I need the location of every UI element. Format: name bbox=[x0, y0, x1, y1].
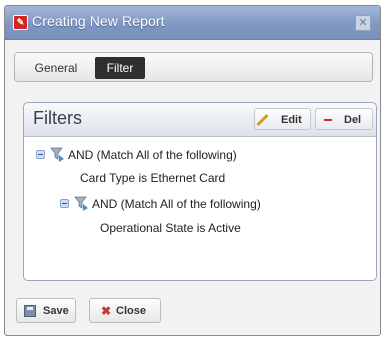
minus-icon bbox=[324, 119, 332, 121]
window-close-icon[interactable]: ✕ bbox=[355, 15, 371, 31]
filters-title: Filters bbox=[33, 108, 82, 128]
dialog-footer: Save ✖ Close bbox=[5, 293, 380, 335]
edit-label: Edit bbox=[281, 114, 302, 126]
pencil-icon bbox=[256, 113, 269, 127]
save-icon bbox=[24, 305, 36, 317]
filters-panel: Filters Edit Del AND (Match All of the f… bbox=[23, 102, 377, 281]
tree-label: AND (Match All of the following) bbox=[68, 148, 237, 162]
close-label: Close bbox=[116, 305, 146, 317]
collapse-icon[interactable] bbox=[36, 150, 45, 159]
tree-node-and-2[interactable]: AND (Match All of the following) bbox=[60, 194, 360, 214]
dialog-title: Creating New Report bbox=[32, 13, 165, 29]
close-button[interactable]: ✖ Close bbox=[89, 298, 161, 323]
tab-general[interactable]: General bbox=[25, 57, 87, 79]
filter-icon bbox=[50, 147, 64, 162]
tab-bar: General Filter bbox=[14, 52, 373, 82]
collapse-icon[interactable] bbox=[60, 199, 69, 208]
tree-label: AND (Match All of the following) bbox=[92, 197, 261, 211]
app-icon: ✎ bbox=[13, 15, 28, 30]
filter-icon bbox=[74, 196, 88, 211]
tree-condition-card-type[interactable]: Card Type is Ethernet Card bbox=[80, 171, 225, 185]
edit-button[interactable]: Edit bbox=[254, 108, 311, 130]
delete-button[interactable]: Del bbox=[315, 108, 373, 130]
filters-header: Filters Edit Del bbox=[24, 103, 376, 137]
save-button[interactable]: Save bbox=[16, 298, 76, 323]
save-label: Save bbox=[43, 305, 69, 317]
delete-label: Del bbox=[344, 114, 362, 126]
tree-node-and-1[interactable]: AND (Match All of the following) bbox=[36, 145, 356, 165]
tab-filter[interactable]: Filter bbox=[95, 57, 145, 79]
close-icon: ✖ bbox=[101, 304, 112, 318]
tree-condition-operational-state[interactable]: Operational State is Active bbox=[100, 221, 241, 235]
report-dialog: ✎ Creating New Report ✕ General Filter F… bbox=[4, 5, 381, 336]
tree-label: Card Type is Ethernet Card bbox=[80, 171, 226, 185]
tree-label: Operational State is Active bbox=[100, 221, 241, 235]
title-bar[interactable]: ✎ Creating New Report ✕ bbox=[5, 6, 380, 40]
